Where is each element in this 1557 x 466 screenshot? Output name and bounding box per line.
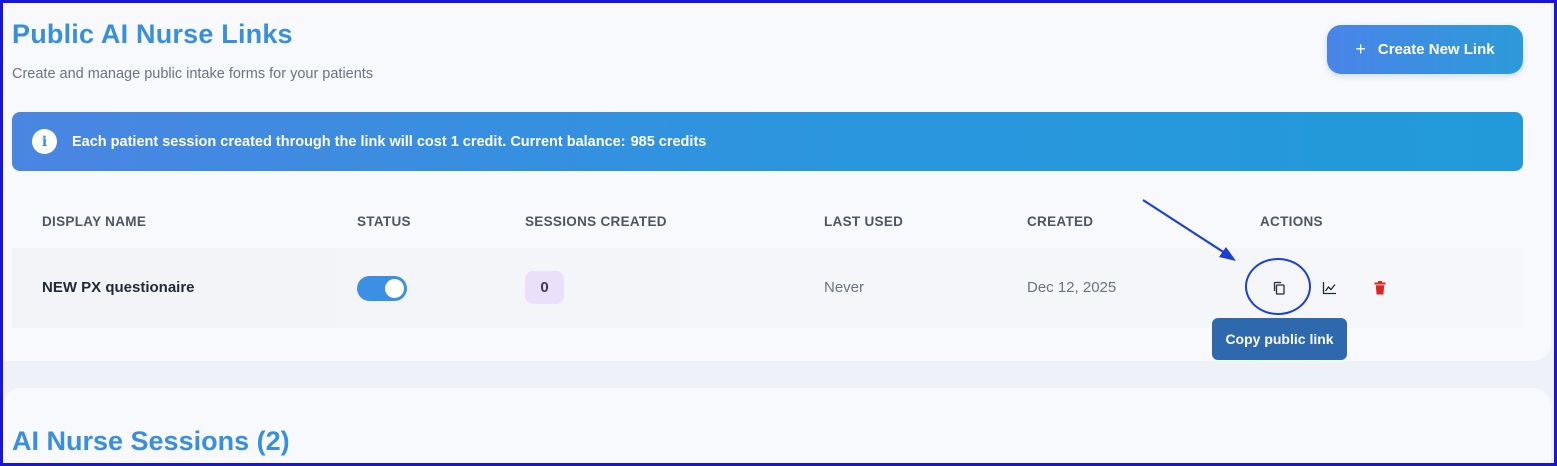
- annotation-arrow: [1142, 199, 1236, 261]
